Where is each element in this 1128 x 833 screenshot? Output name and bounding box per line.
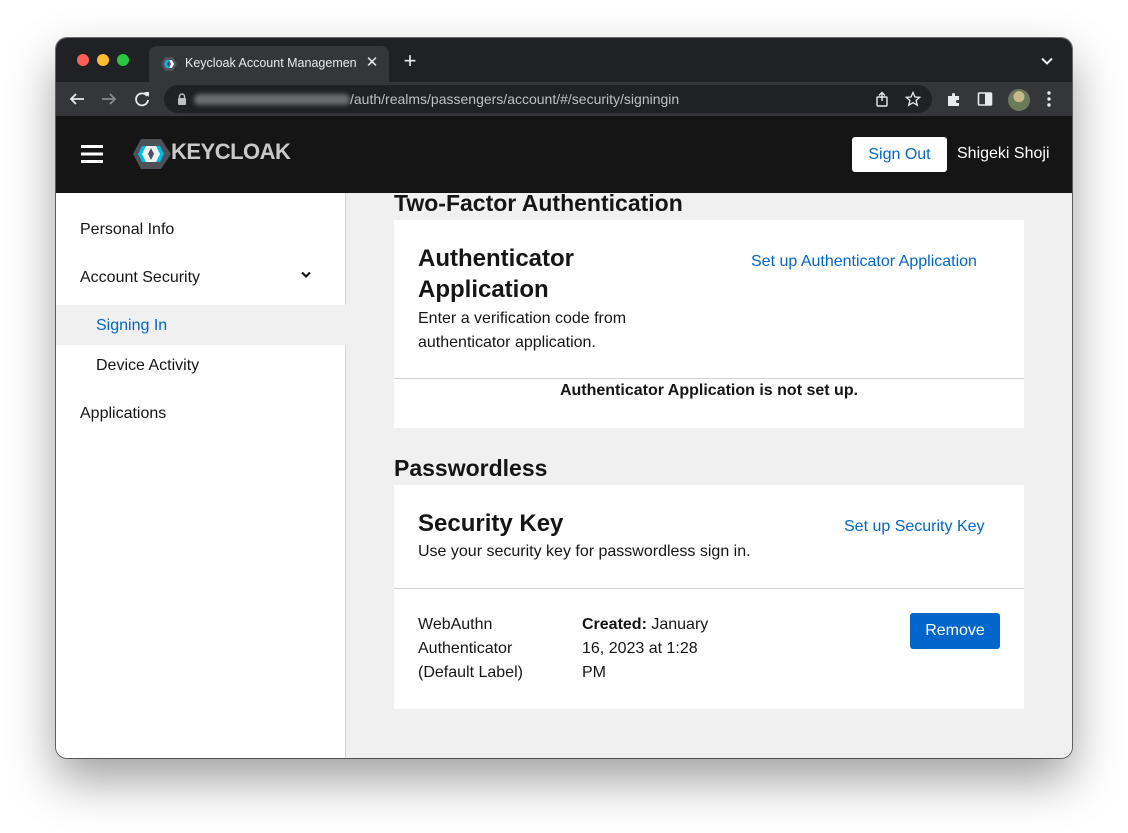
tab-title: Keycloak Account Management (185, 56, 357, 70)
hamburger-menu-icon[interactable] (81, 144, 103, 164)
sidebar-item-personal-info[interactable]: Personal Info (80, 221, 174, 239)
lock-icon (178, 93, 186, 105)
browser-window: Keycloak Account Management ✕ + /auth/re… (56, 38, 1072, 758)
minimize-window-button[interactable] (97, 54, 109, 66)
chevron-down-icon[interactable] (300, 270, 312, 280)
forward-arrow-icon[interactable] (98, 88, 120, 110)
tab-strip: Keycloak Account Management ✕ + (56, 38, 1072, 82)
keycloak-favicon-icon (161, 57, 177, 71)
sign-out-button[interactable]: Sign Out (852, 137, 947, 172)
authenticator-card-title: Authenticator Application (418, 245, 574, 303)
maximize-window-button[interactable] (117, 54, 129, 66)
created-label: Created: (582, 616, 647, 633)
setup-security-key-link[interactable]: Set up Security Key (844, 518, 985, 536)
share-icon[interactable] (874, 91, 890, 107)
url-path: /auth/realms/passengers/account/#/securi… (350, 91, 680, 107)
sidebar-item-signing-in[interactable]: Signing In (96, 317, 167, 335)
credential-name: WebAuthn Authenticator (Default Label) (418, 616, 523, 681)
security-key-card: Security Key Use your security key for p… (394, 485, 1024, 709)
browser-toolbar: /auth/realms/passengers/account/#/securi… (56, 82, 1072, 116)
security-key-card-title: Security Key (418, 510, 564, 537)
side-panel-icon[interactable] (977, 91, 993, 107)
authenticator-card-description: Enter a verification code from authentic… (418, 310, 627, 351)
sidebar-item-device-activity[interactable]: Device Activity (96, 357, 199, 375)
authenticator-status: Authenticator Application is not set up. (559, 382, 859, 399)
brand-wordmark: KEYCLOAK (171, 139, 291, 164)
redacted-hostname (194, 94, 350, 105)
keycloak-logo-icon (133, 139, 171, 169)
reload-icon[interactable] (131, 88, 153, 110)
app-header: KEYCLOAK Sign Out Shigeki Shoji (56, 116, 1072, 193)
browser-menu-icon[interactable] (1044, 90, 1054, 108)
passwordless-section-title: Passwordless (394, 455, 548, 481)
sidebar-nav: Personal Info Account Security Signing I… (56, 193, 346, 758)
security-key-card-description: Use your security key for passwordless s… (418, 543, 751, 560)
close-window-button[interactable] (77, 54, 89, 66)
bookmark-star-icon[interactable] (905, 91, 921, 107)
authenticator-card: Authenticator Application Enter a verifi… (394, 220, 1024, 428)
profile-avatar[interactable] (1008, 89, 1030, 111)
two-factor-section-title: Two-Factor Authentication (394, 193, 683, 216)
new-tab-button[interactable]: + (400, 50, 420, 72)
sidebar-item-account-security[interactable]: Account Security (80, 269, 200, 287)
setup-authenticator-link[interactable]: Set up Authenticator Application (751, 253, 977, 271)
card-divider (394, 588, 1024, 589)
remove-credential-button[interactable]: Remove (910, 613, 1000, 649)
credential-created: Created: January 16, 2023 at 1:28 PM (582, 613, 722, 685)
card-divider (394, 378, 1024, 379)
user-name: Shigeki Shoji (957, 145, 1050, 162)
main-content: Two-Factor Authentication Authenticator … (347, 193, 1072, 758)
extensions-puzzle-icon[interactable] (946, 91, 962, 107)
browser-tab[interactable]: Keycloak Account Management ✕ (149, 46, 389, 82)
sidebar-item-applications[interactable]: Applications (80, 405, 166, 423)
tab-close-icon[interactable]: ✕ (363, 54, 381, 72)
back-arrow-icon[interactable] (66, 88, 88, 110)
address-bar[interactable]: /auth/realms/passengers/account/#/securi… (164, 85, 932, 113)
tab-search-chevron-icon[interactable] (1040, 54, 1054, 68)
